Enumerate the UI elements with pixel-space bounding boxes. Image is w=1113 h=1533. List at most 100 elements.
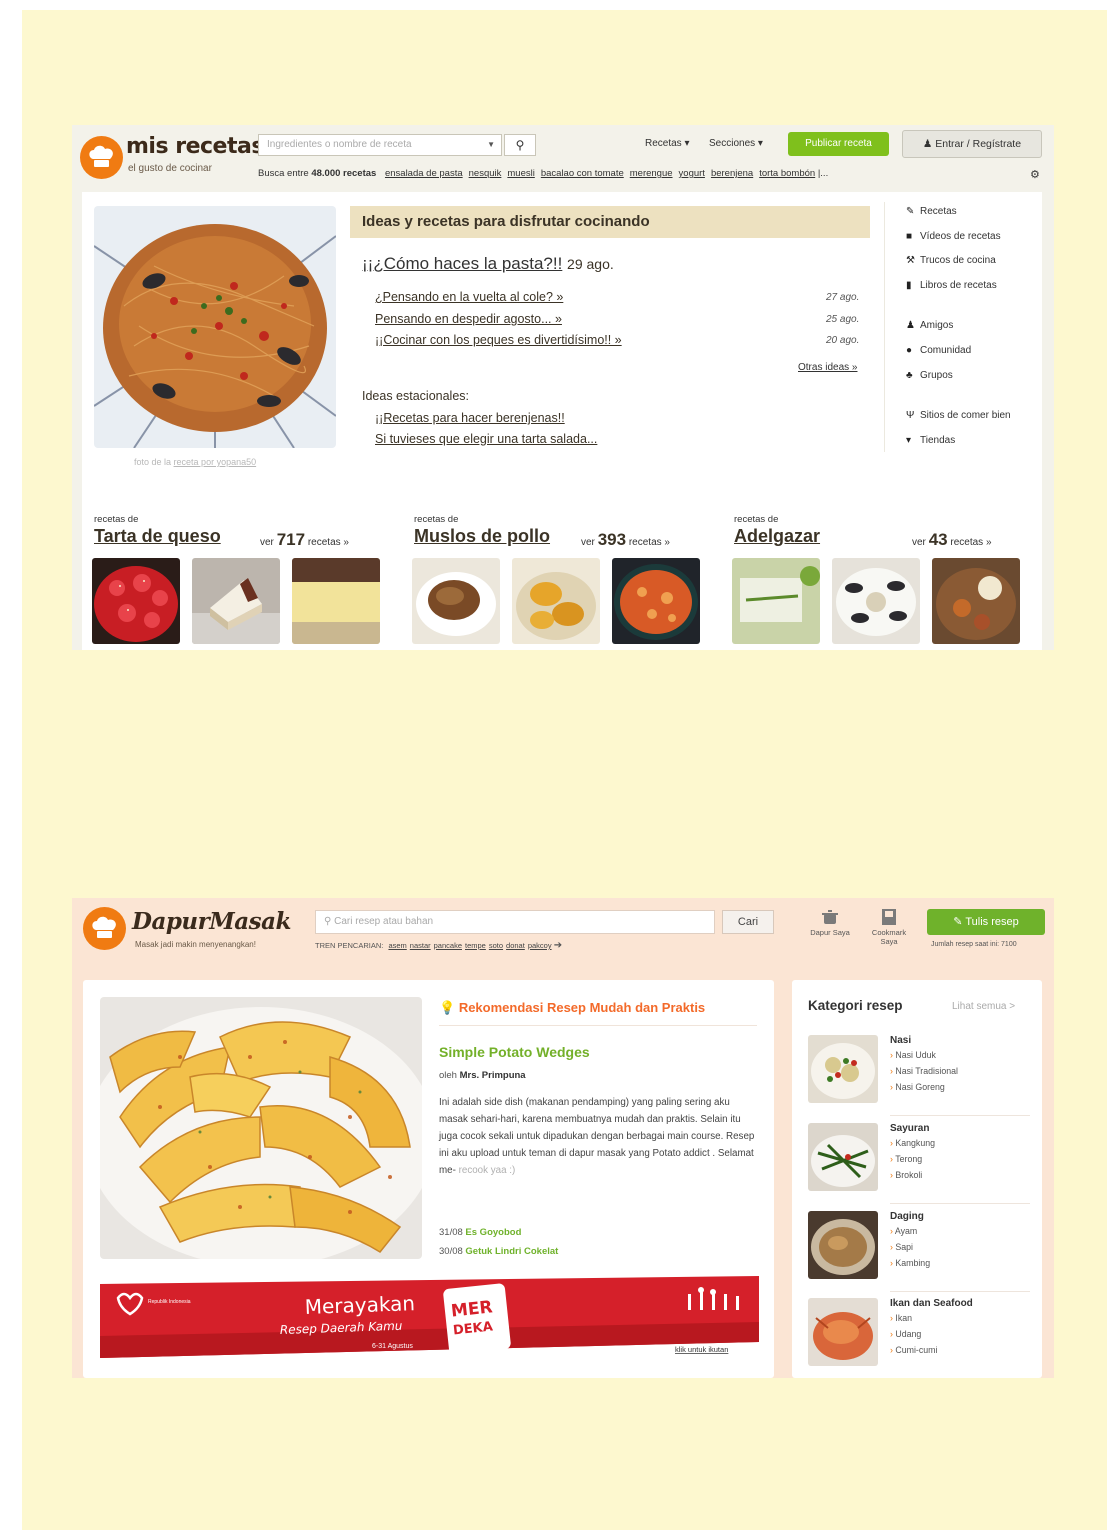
credit-link[interactable]: receta por yopana50 <box>174 457 257 467</box>
search-link[interactable]: berenjena <box>711 168 753 179</box>
recipe-title-link[interactable]: Simple Potato Wedges <box>439 1044 590 1060</box>
category-name[interactable]: Ikan dan Seafood <box>890 1298 973 1309</box>
see-all-link[interactable]: Lihat semua > <box>952 1001 1015 1012</box>
search-link[interactable]: torta bombón <box>759 168 815 179</box>
subcategory-link[interactable]: Udang <box>890 1329 921 1339</box>
category-count-link[interactable]: ver 43 recetas » <box>912 530 992 550</box>
search-link[interactable]: muesli <box>507 168 534 179</box>
sidebar-item-amigos[interactable]: ♟ Amigos <box>906 320 1046 331</box>
trending-link[interactable]: nastar <box>410 941 431 950</box>
category-image[interactable] <box>808 1035 878 1103</box>
category-item-daging[interactable]: Daging Ayam Sapi Kambing <box>808 1211 1030 1292</box>
subcategory-link[interactable]: Nasi Uduk <box>890 1050 936 1060</box>
subcategory-link[interactable]: Ayam <box>890 1226 917 1236</box>
sidebar-item-libros[interactable]: ▮ Libros de recetas <box>906 280 1046 291</box>
recipe-thumbnail[interactable] <box>92 558 180 644</box>
featured-pasta-photo[interactable] <box>94 206 336 448</box>
sub-idea-link[interactable]: ¡¡Cocinar con los peques es divertidísim… <box>375 333 622 347</box>
category-item-sayuran[interactable]: Sayuran Kangkung Terong Brokoli <box>808 1123 1030 1204</box>
chef-hat-logo-icon[interactable] <box>80 136 123 179</box>
sidebar-item-grupos[interactable]: ♣ Grupos <box>906 370 1046 381</box>
subcategory-link[interactable]: Nasi Tradisional <box>890 1066 958 1076</box>
category-name[interactable]: Adelgazar <box>734 526 820 547</box>
recipe-thumbnail[interactable] <box>412 558 500 644</box>
category-name[interactable]: Sayuran <box>890 1123 929 1134</box>
main-idea-link[interactable]: ¡¡¿Cómo haces la pasta?!! <box>362 254 562 273</box>
category-name[interactable]: Tarta de queso <box>94 526 221 547</box>
related-recipe[interactable]: 30/08 Getuk Lindri Cokelat <box>439 1246 558 1257</box>
recipe-thumbnail[interactable] <box>512 558 600 644</box>
search-input[interactable]: Ingredientes o nombre de receta ▼ <box>258 134 502 156</box>
chef-hat-logo-icon[interactable] <box>83 907 126 950</box>
subcategory-link[interactable]: Sapi <box>890 1242 913 1252</box>
trending-link[interactable]: pakcoy <box>528 941 552 950</box>
sidebar-item-videos[interactable]: ■ Vídeos de recetas <box>906 231 1046 242</box>
recipe-thumbnail[interactable] <box>832 558 920 644</box>
search-link[interactable]: yogurt <box>679 168 705 179</box>
caret-down-icon[interactable]: ▼ <box>487 140 495 149</box>
cookmark-saya-button[interactable]: Cookmark Saya <box>869 908 909 946</box>
sidebar-item-recetas[interactable]: ✎ Recetas <box>906 206 1046 217</box>
category-image[interactable] <box>808 1211 878 1279</box>
featured-potato-photo[interactable] <box>100 997 422 1259</box>
recipe-thumbnail[interactable] <box>192 558 280 644</box>
dapur-saya-button[interactable]: Dapur Saya <box>810 908 850 937</box>
search-button[interactable]: Cari <box>722 910 774 934</box>
search-button[interactable]: ⚲ <box>504 134 536 156</box>
nav-secciones[interactable]: Secciones ▾ <box>709 138 763 149</box>
category-count-link[interactable]: ver 717 recetas » <box>260 530 349 550</box>
subcategory-link[interactable]: Kambing <box>890 1258 930 1268</box>
login-button[interactable]: ♟ Entrar / Regístrate <box>902 130 1042 158</box>
seasonal-link[interactable]: ¡¡Recetas para hacer berenjenas!! <box>375 411 565 425</box>
subcategory-link[interactable]: Cumi-cumi <box>890 1345 937 1355</box>
related-recipe[interactable]: 31/08 Es Goyobod <box>439 1227 521 1238</box>
write-recipe-button[interactable]: ✎ Tulis resep <box>927 909 1045 935</box>
sub-idea-link[interactable]: Pensando en despedir agosto... » <box>375 312 562 326</box>
subcategory-link[interactable]: Brokoli <box>890 1170 922 1180</box>
recipe-thumbnail[interactable] <box>612 558 700 644</box>
trending-link[interactable]: asem <box>388 941 406 950</box>
author-link[interactable]: Mrs. Primpuna <box>460 1070 526 1081</box>
recipe-thumbnail[interactable] <box>292 558 380 644</box>
trending-link[interactable]: donat <box>506 941 525 950</box>
arrow-right-circle-icon[interactable]: ➔ <box>554 940 562 951</box>
sub-idea-link[interactable]: ¿Pensando en la vuelta al cole? » <box>375 290 563 304</box>
category-name[interactable]: Muslos de pollo <box>414 526 550 547</box>
search-input[interactable]: ⚲ Cari resep atau bahan <box>315 910 715 934</box>
category-item-nasi[interactable]: Nasi Nasi Uduk Nasi Tradisional Nasi Gor… <box>808 1035 1030 1116</box>
category-count-link[interactable]: ver 393 recetas » <box>581 530 670 550</box>
subcategory-link[interactable]: Kangkung <box>890 1138 935 1148</box>
related-title[interactable]: Es Goyobod <box>465 1227 521 1238</box>
more-links[interactable]: |... <box>818 168 828 179</box>
trending-link[interactable]: soto <box>489 941 503 950</box>
sidebar-item-comunidad[interactable]: ● Comunidad <box>906 345 1046 356</box>
trending-link[interactable]: pancake <box>434 941 462 950</box>
site-brand[interactable]: DapurMasak <box>132 908 291 935</box>
search-link[interactable]: ensalada de pasta <box>385 168 463 179</box>
category-name[interactable]: Nasi <box>890 1035 911 1046</box>
category-image[interactable] <box>808 1298 878 1366</box>
sidebar-item-trucos[interactable]: ⚒ Trucos de cocina <box>906 255 1046 266</box>
more-ideas-link[interactable]: Otras ideas » <box>798 362 857 373</box>
subcategory-link[interactable]: Ikan <box>890 1313 912 1323</box>
search-link[interactable]: bacalao con tomate <box>541 168 624 179</box>
gear-icon[interactable]: ⚙ <box>1030 168 1040 181</box>
sidebar-item-sitios[interactable]: Ψ Sitios de comer bien <box>906 410 1046 421</box>
category-name[interactable]: Daging <box>890 1211 924 1222</box>
recipe-thumbnail[interactable] <box>732 558 820 644</box>
search-link[interactable]: merengue <box>630 168 673 179</box>
publish-recipe-button[interactable]: Publicar receta <box>788 132 889 156</box>
category-item-ikan-seafood[interactable]: Ikan dan Seafood Ikan Udang Cumi-cumi <box>808 1298 1030 1374</box>
recipe-thumbnail[interactable] <box>932 558 1020 644</box>
subcategory-link[interactable]: Nasi Goreng <box>890 1082 944 1092</box>
nav-recetas[interactable]: Recetas ▾ <box>645 138 689 149</box>
related-title[interactable]: Getuk Lindri Cokelat <box>465 1246 558 1257</box>
subcategory-link[interactable]: Terong <box>890 1154 922 1164</box>
search-link[interactable]: nesquik <box>469 168 502 179</box>
sidebar-item-tiendas[interactable]: ▾ Tiendas <box>906 435 1046 446</box>
trending-link[interactable]: tempe <box>465 941 486 950</box>
merdeka-banner[interactable]: Republik Indonesia Merayakan Resep Daera… <box>100 1276 759 1358</box>
site-brand[interactable]: mis recetas <box>126 134 264 159</box>
seasonal-link[interactable]: Si tuvieses que elegir una tarta salada.… <box>375 432 597 446</box>
category-image[interactable] <box>808 1123 878 1191</box>
